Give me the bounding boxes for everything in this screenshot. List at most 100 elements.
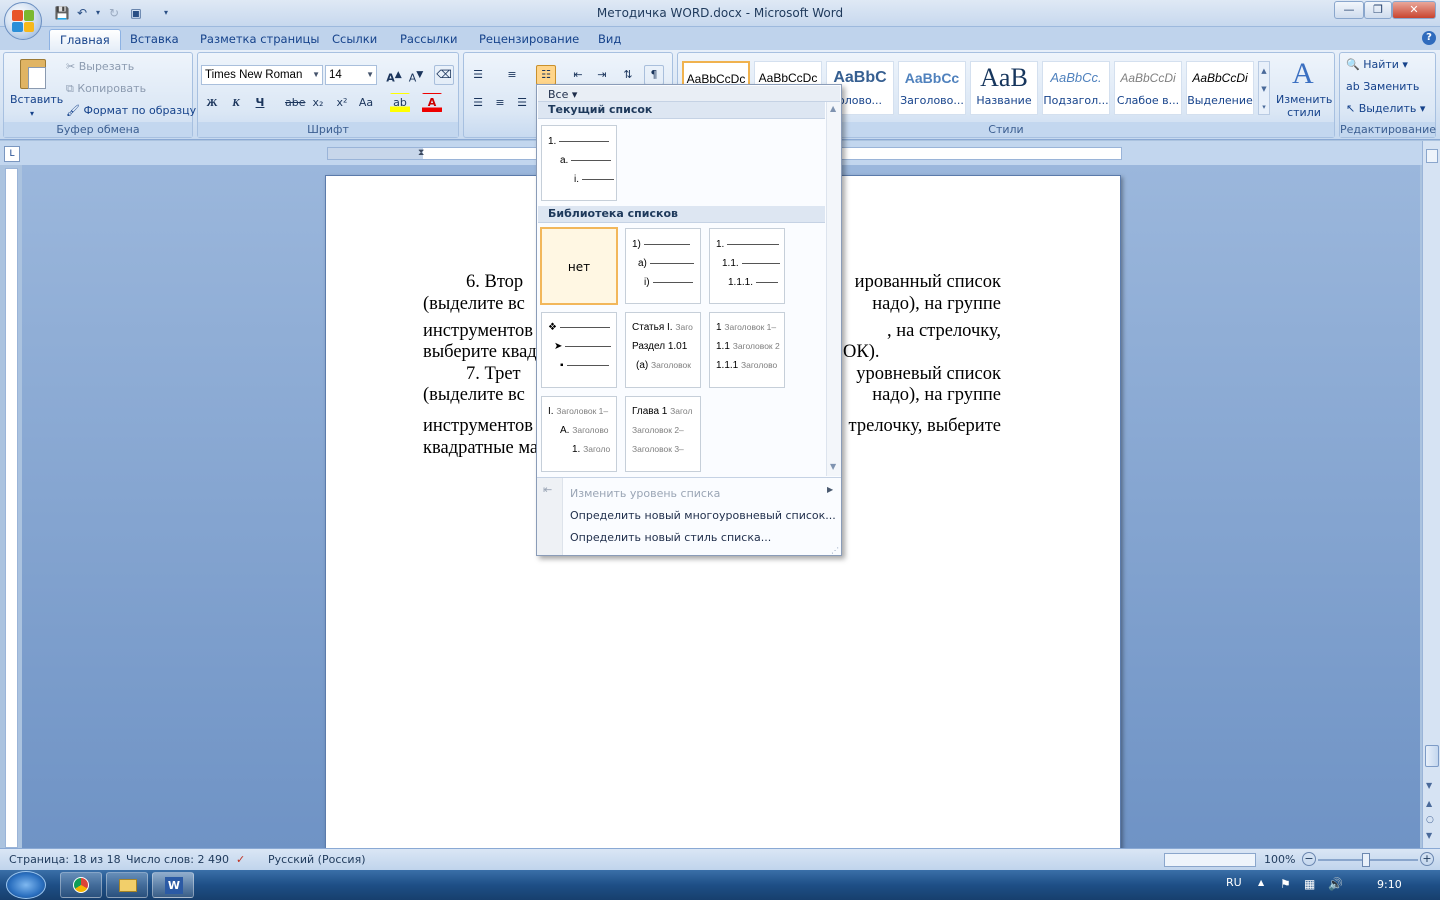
shrink-font-button[interactable]: A▼ [406, 65, 426, 85]
font-color-icon[interactable]: A [422, 93, 442, 113]
multilevel-list-icon[interactable]: ☷ [536, 65, 556, 85]
tab-view[interactable]: Вид [588, 29, 631, 50]
list-heading-numbered-tile[interactable]: 1 Заголовок 1– 1.1 Заголовок 2 1.1.1 Заг… [709, 312, 785, 388]
list-none-tile[interactable]: нет [540, 227, 618, 305]
font-name-dropdown-icon[interactable]: ▼ [312, 66, 320, 84]
subscript-button[interactable]: x₂ [308, 93, 328, 113]
zoom-in-icon[interactable]: + [1420, 852, 1434, 866]
paste-label[interactable]: Вставить [10, 93, 63, 106]
explorer-taskbar-icon[interactable] [106, 872, 148, 898]
resize-grip-icon[interactable]: ⋰ [831, 546, 839, 555]
italic-button[interactable]: К [226, 93, 246, 113]
show-marks-icon[interactable]: ¶ [644, 65, 664, 85]
style-title[interactable]: AaB Название [970, 61, 1038, 115]
highlight-icon[interactable]: ab [390, 93, 410, 113]
customize-qat-icon[interactable]: ▾ [158, 5, 174, 21]
list-article-tile[interactable]: Статья I. Заго Раздел 1.01 (a) Заголовок [625, 312, 701, 388]
font-name-combo[interactable]: Times New Roman ▼ [201, 65, 323, 85]
redo-icon[interactable]: ↻ [106, 5, 122, 21]
align-right-icon[interactable]: ☰ [512, 93, 532, 113]
print-preview-icon[interactable]: ▣ [128, 5, 144, 21]
clear-format-button[interactable]: ⌫ [434, 65, 454, 85]
tab-home[interactable]: Главная [49, 29, 121, 50]
list-bullets-tile[interactable]: ❖ ➤ ▪ [541, 312, 617, 388]
bullets-icon[interactable]: ☰ [468, 65, 488, 85]
ruler-toggle-icon[interactable] [1426, 149, 1438, 163]
language-indicator[interactable]: RU [1226, 876, 1242, 889]
format-painter-button[interactable]: 🖌 Формат по образцу [66, 104, 196, 117]
page-count[interactable]: Страница: 18 из 18 [9, 853, 121, 866]
list-numbered-tile[interactable]: 1) a) i) [625, 228, 701, 304]
spellcheck-icon[interactable]: ✓ [236, 853, 245, 866]
undo-dropdown-icon[interactable]: ▾ [90, 5, 106, 21]
change-list-level-item[interactable]: Изменить уровень списка [570, 487, 720, 500]
zoom-out-icon[interactable]: − [1302, 852, 1316, 866]
word-count[interactable]: Число слов: 2 490 [126, 853, 229, 866]
align-center-icon[interactable]: ≡ [490, 93, 510, 113]
zoom-level[interactable]: 100% [1264, 853, 1295, 866]
find-button[interactable]: 🔍 Найти ▾ [1346, 58, 1408, 71]
underline-button[interactable]: Ч [250, 93, 270, 113]
grow-font-button[interactable]: A▲ [384, 65, 404, 85]
define-list-style-item[interactable]: Определить новый стиль списка... [570, 531, 771, 544]
tab-references[interactable]: Ссылки [322, 29, 387, 50]
styles-scroll[interactable]: ▲ ▼ ▾ [1258, 61, 1270, 115]
zoom-thumb[interactable] [1362, 853, 1370, 867]
volume-icon[interactable]: 🔊 [1328, 877, 1343, 891]
office-button[interactable] [4, 2, 42, 40]
dropdown-scroll-up-icon[interactable]: ▲ [830, 104, 836, 113]
cut-button[interactable]: ✂ Вырезать [66, 60, 134, 73]
style-subtle-emphasis[interactable]: AaBbCcDi Слабое в... [1114, 61, 1182, 115]
tab-insert[interactable]: Вставка [120, 29, 189, 50]
browse-object-icon[interactable]: ○ [1426, 815, 1434, 825]
sort-icon[interactable]: ⇅ [618, 65, 638, 85]
network-icon[interactable]: ▦ [1304, 877, 1315, 891]
replace-button[interactable]: ab Заменить [1346, 80, 1419, 93]
list-roman-tile[interactable]: I. Заголовок 1– A. Заголово 1. Заголо [541, 396, 617, 472]
minimize-button[interactable]: — [1334, 1, 1364, 19]
dropdown-scroll-down-icon[interactable]: ▼ [830, 462, 836, 471]
list-decimal-tile[interactable]: 1. 1.1. 1.1.1. [709, 228, 785, 304]
define-multilevel-list-item[interactable]: Определить новый многоуровневый список..… [570, 509, 836, 522]
next-page-icon[interactable]: ▼ [1426, 831, 1432, 840]
tray-expand-icon[interactable]: ▲ [1258, 878, 1264, 887]
maximize-button[interactable]: ❐ [1364, 1, 1392, 19]
change-case-button[interactable]: Aa [356, 93, 376, 113]
close-button[interactable]: ✕ [1392, 1, 1436, 19]
style-emphasis[interactable]: AaBbCcDi Выделение [1186, 61, 1254, 115]
tab-mailings[interactable]: Рассылки [390, 29, 467, 50]
indent-marker-icon[interactable]: ⧗ [418, 148, 424, 158]
clock[interactable]: 9:10 [1377, 878, 1402, 891]
bold-button[interactable]: Ж [202, 93, 222, 113]
tab-review[interactable]: Рецензирование [469, 29, 589, 50]
paste-dropdown-icon[interactable]: ▾ [30, 109, 34, 118]
align-left-icon[interactable]: ☰ [468, 93, 488, 113]
filter-button[interactable]: Все ▾ [548, 88, 577, 101]
select-button[interactable]: ↖ Выделить ▾ [1346, 102, 1425, 115]
superscript-button[interactable]: x² [332, 93, 352, 113]
tab-selector-icon[interactable]: L [4, 146, 20, 162]
dropdown-scrollbar[interactable]: ▲ ▼ [826, 102, 841, 476]
strikethrough-button[interactable]: abe [284, 93, 306, 113]
numbering-icon[interactable]: ≡ [502, 65, 522, 85]
increase-indent-icon[interactable]: ⇥ [592, 65, 612, 85]
prev-page-icon[interactable]: ▲ [1426, 799, 1432, 808]
scroll-thumb[interactable] [1425, 745, 1439, 767]
font-size-combo[interactable]: 14 ▼ [325, 65, 377, 85]
style-subtitle[interactable]: AaBbCc. Подзагол... [1042, 61, 1110, 115]
view-buttons[interactable] [1164, 853, 1256, 867]
start-button[interactable] [6, 871, 46, 899]
vertical-scrollbar[interactable]: ▼ ▲ ○ ▼ [1422, 141, 1440, 848]
chrome-taskbar-icon[interactable] [60, 872, 102, 898]
decrease-indent-icon[interactable]: ⇤ [568, 65, 588, 85]
scroll-down-icon[interactable]: ▼ [1426, 781, 1432, 790]
action-center-icon[interactable]: ⚑ [1280, 877, 1291, 891]
copy-button[interactable]: ⧉ Копировать [66, 82, 146, 96]
current-list-tile[interactable]: 1. a. i. [541, 125, 617, 201]
language-status[interactable]: Русский (Россия) [268, 853, 366, 866]
vertical-ruler[interactable] [5, 168, 18, 848]
font-size-dropdown-icon[interactable]: ▼ [366, 66, 374, 84]
undo-icon[interactable]: ↶ [74, 5, 90, 21]
change-styles-button[interactable]: Изменить стили [1276, 93, 1332, 119]
word-taskbar-icon[interactable]: W [152, 872, 194, 898]
